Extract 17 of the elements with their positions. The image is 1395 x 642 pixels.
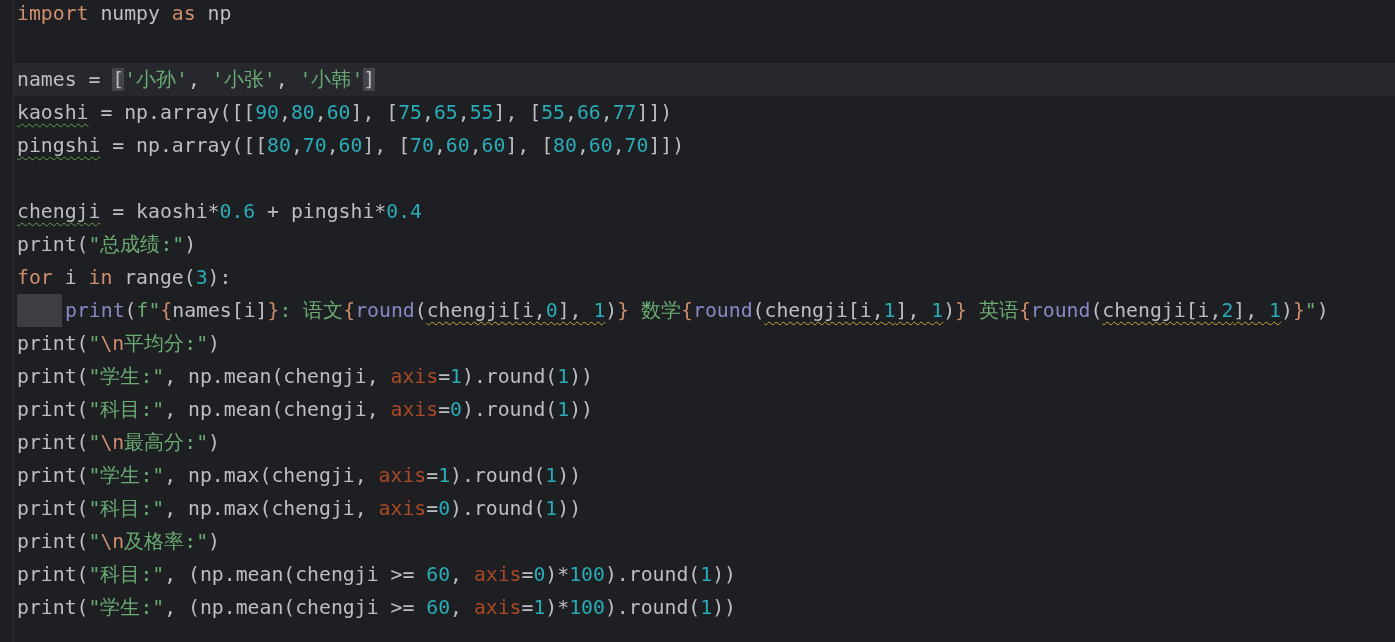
- code-line: import numpy as np: [17, 1, 232, 27]
- code-line: print(f"{names[i]}: 语文{round(chengji[i,0], 1)} 数学{round(chengji[i,1], 1)} 英语{round(chengji[i,2], 1)}"): [65, 298, 1329, 324]
- code-line: for i in range(3):: [17, 265, 232, 291]
- code-line: print("学生:", np.mean(chengji, axis=1).round(1)): [17, 364, 593, 390]
- code-line: print("\n及格率:"): [17, 529, 220, 555]
- code-line: pingshi = np.array([[80,70,60], [70,60,60], [80,60,70]]): [17, 133, 685, 159]
- code-line: kaoshi = np.array([[90,80,60], [75,65,55], [55,66,77]]): [17, 100, 673, 126]
- code-line: print("科目:", (np.mean(chengji >= 60, axis=0)*100).round(1)): [17, 562, 736, 588]
- code-line: print("\n最高分:"): [17, 430, 220, 456]
- code-line: chengji = kaoshi*0.6 + pingshi*0.4: [17, 199, 422, 225]
- code-line: print("\n平均分:"): [17, 331, 220, 357]
- code-line: print("学生:", np.max(chengji, axis=1).round(1)): [17, 463, 582, 489]
- code-line: names = ['小孙', '小张', '小韩']: [17, 67, 376, 93]
- code-line: print("科目:", np.max(chengji, axis=0).round(1)): [17, 496, 582, 522]
- code-line: print("总成绩:"): [17, 232, 197, 258]
- code-line: print("学生:", (np.mean(chengji >= 60, axis=1)*100).round(1)): [17, 595, 736, 621]
- code-line: print("科目:", np.mean(chengji, axis=0).round(1)): [17, 397, 593, 423]
